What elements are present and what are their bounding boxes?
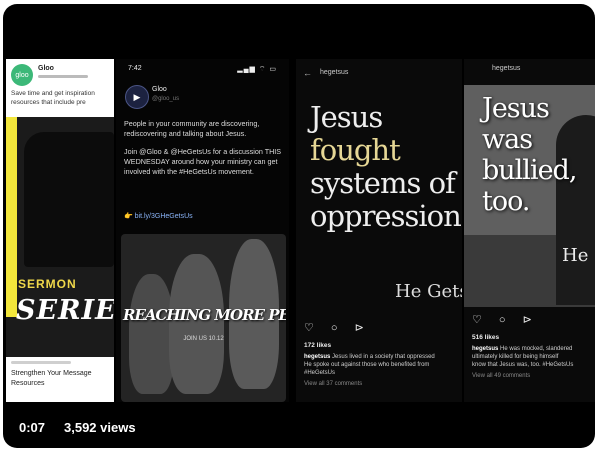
person-figure xyxy=(169,254,224,394)
view-comments-link[interactable]: View all 37 comments xyxy=(304,381,362,387)
tweet-paragraph-2: Join @Gloo & @HeGetsUs for a discussion … xyxy=(124,147,282,176)
view-count: 3,592 views xyxy=(64,420,136,435)
view-comments-link[interactable]: View all 49 comments xyxy=(472,373,530,379)
account-handle: @gloo_us xyxy=(152,96,180,102)
post-quote: Jesus was bullied, too. xyxy=(482,93,577,217)
account-name: Gloo xyxy=(152,86,167,93)
account-subtitle-placeholder xyxy=(38,75,88,78)
video-timestamp: 0:07 xyxy=(19,420,46,435)
brand-signature: He Gets xyxy=(395,281,462,302)
gloo-post-panel: gloo Gloo Save time and get inspiration … xyxy=(6,59,114,402)
instagram-post-panel-1: ← hegetsus Jesus fought systems of oppre… xyxy=(296,59,462,402)
like-count: 516 likes xyxy=(472,334,500,341)
post-caption: hegetsus He was mocked, slandered ultima… xyxy=(472,346,574,368)
image-title: REACHING MORE PEOPLE xyxy=(123,306,286,324)
image-subtitle: JOIN US 10.12 xyxy=(183,336,224,342)
video-player[interactable]: gloo Gloo Save time and get inspiration … xyxy=(3,4,595,448)
post-quote: Jesus fought systems of oppression xyxy=(310,100,462,233)
post-text: Save time and get inspiration resources … xyxy=(11,90,95,106)
back-arrow-icon[interactable]: ← xyxy=(303,68,312,78)
series-label: SERIES xyxy=(16,295,114,326)
account-title: hegetsus xyxy=(320,69,349,76)
tweet-image: REACHING MORE PEOPLE JOIN US 10.12 xyxy=(121,234,286,402)
tweet-paragraph-1: People in your community are discovering… xyxy=(124,119,260,138)
tweet-panel: 7:42 ▂▄▆ ⌔ ▭ ▶ Gloo @gloo_us People in y… xyxy=(116,59,289,402)
account-name: Gloo xyxy=(38,65,54,72)
sermon-label: SERMON xyxy=(18,277,77,291)
gloo-logo: gloo xyxy=(11,64,33,86)
brand-signature: He G xyxy=(562,245,595,266)
status-time: 7:42 xyxy=(128,65,142,72)
post-caption: hegetsus Jesus lived in a society that o… xyxy=(304,354,435,376)
yellow-accent xyxy=(6,117,17,317)
post-action-icons[interactable]: ♡ ○ ⊳ xyxy=(472,313,539,326)
person-figure xyxy=(129,274,174,394)
instagram-post-panel-2: hegetsus Jesus was bullied, too. He G ♡ … xyxy=(464,59,595,402)
status-icons: ▂▄▆ ⌔ ▭ xyxy=(237,66,277,73)
post-header: gloo Gloo Save time and get inspiration … xyxy=(6,59,114,117)
divider xyxy=(11,361,71,364)
footer-text: Strengthen Your Message Resources xyxy=(11,370,92,387)
person-silhouette xyxy=(24,132,114,267)
post-action-icons[interactable]: ♡ ○ ⊳ xyxy=(304,321,371,334)
play-forward-icon: ▶ xyxy=(125,85,149,109)
like-count: 172 likes xyxy=(304,342,332,349)
tweet-body: People in your community are discovering… xyxy=(124,119,286,185)
post-image: Jesus was bullied, too. xyxy=(464,85,595,307)
tweet-link[interactable]: 👉 bit.ly/3GHeGetsUs xyxy=(124,212,193,220)
post-footer: Strengthen Your Message Resources xyxy=(6,357,114,402)
account-title: hegetsus xyxy=(492,65,521,72)
